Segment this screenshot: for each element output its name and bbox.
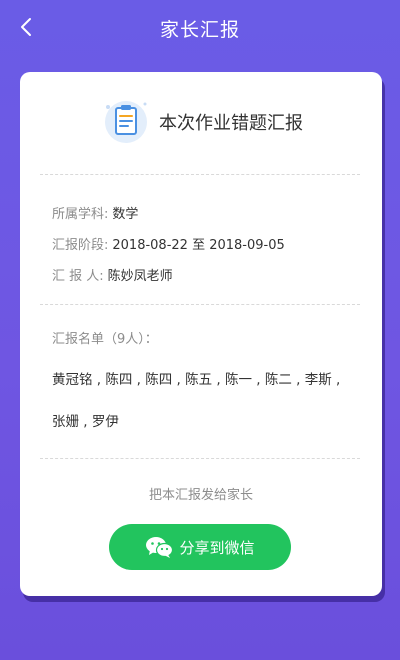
report-card: 本次作业错题汇报 所属学科: 数学 汇报阶段: 2018-08-22 至 201… (20, 72, 382, 596)
divider (40, 458, 360, 459)
subject-value: 数学 (112, 207, 139, 222)
report-list: 汇报名单（9人）： 黄冠铭 , 陈四 , 陈四 , 陈五 , 陈一 , 陈二 ,… (52, 328, 356, 443)
divider (40, 304, 360, 305)
subject-row: 所属学科: 数学 (52, 197, 352, 228)
card-header: 本次作业错题汇报 (20, 72, 382, 172)
reporter-label: 汇 报 人: (52, 269, 104, 284)
report-info: 所属学科: 数学 汇报阶段: 2018-08-22 至 2018-09-05 汇… (52, 197, 352, 290)
reporter-row: 汇 报 人: 陈妙凤老师 (52, 259, 352, 290)
reporter-value: 陈妙凤老师 (107, 269, 173, 284)
period-row: 汇报阶段: 2018-08-22 至 2018-09-05 (52, 228, 352, 259)
share-wechat-button[interactable]: 分享到微信 (109, 524, 291, 570)
clipboard-icon (99, 95, 153, 149)
subject-label: 所属学科: (52, 207, 109, 222)
wechat-icon (145, 535, 174, 559)
divider (40, 174, 360, 175)
chevron-left-icon[interactable] (14, 14, 40, 40)
header-bar: 家长汇报 (0, 0, 400, 56)
period-label: 汇报阶段: (52, 238, 109, 253)
period-value: 2018-08-22 至 2018-09-05 (112, 238, 285, 253)
card-title: 本次作业错题汇报 (159, 113, 303, 134)
share-label: 分享到微信 (179, 538, 255, 557)
page-title: 家长汇报 (159, 18, 240, 41)
send-hint: 把本汇报发给家长 (148, 488, 253, 503)
student-names: 黄冠铭 , 陈四 , 陈四 , 陈五 , 陈一 , 陈二 , 李斯 , 张姗 ,… (52, 372, 341, 430)
list-label: 汇报名单（9人）： (52, 332, 158, 347)
